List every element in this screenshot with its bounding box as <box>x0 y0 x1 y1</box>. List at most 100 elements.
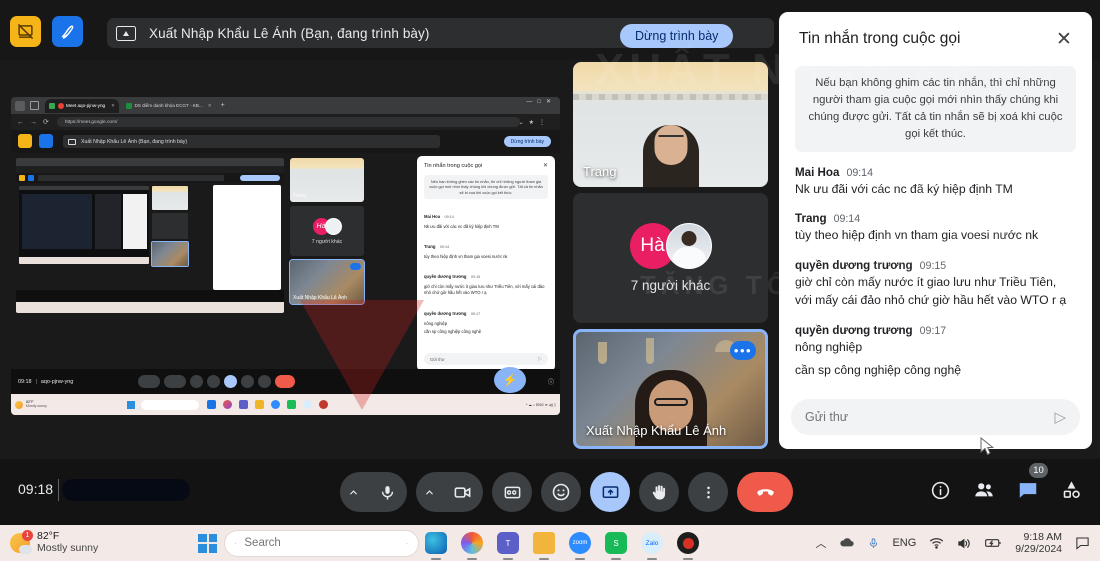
raise-hand-button[interactable] <box>639 472 679 512</box>
nested-omnibox-actions[interactable]: ⌄★⋮ <box>519 119 550 126</box>
tile-more-options-button[interactable]: ••• <box>730 341 756 360</box>
chat-input-wrapper[interactable]: ▷ <box>791 399 1080 435</box>
taskbar-app-edge[interactable] <box>425 532 447 554</box>
health-heart-icon <box>406 537 408 550</box>
microphone-tray-icon[interactable] <box>868 536 879 550</box>
send-icon[interactable]: ▷ <box>1054 408 1066 426</box>
windows-taskbar: 1 82°F Mostly sunny T zoom S <box>0 525 1100 561</box>
weather-icon: 1 <box>10 533 30 553</box>
level3-browser <box>16 158 284 313</box>
people-icon <box>973 479 995 501</box>
nested-chat-close-icon[interactable]: ✕ <box>543 162 548 169</box>
camera-icon <box>453 483 472 502</box>
nested-tile-others[interactable]: Hà 7 người khác <box>290 206 364 256</box>
clock[interactable]: 9:18 AM 9/29/2024 <box>1015 531 1062 555</box>
wifi-icon[interactable] <box>929 537 944 549</box>
chat-notice: Nếu bạn không ghim các tin nhắn, thì chỉ… <box>795 66 1076 152</box>
weather-widget[interactable]: 1 82°F Mostly sunny <box>10 531 98 555</box>
message-text: giờ chỉ còn mấy nước ít giao lưu như Tri… <box>795 274 1076 309</box>
nested-reload-icon[interactable]: ⟳ <box>43 118 49 126</box>
nested-windows-taskbar: 82°F Mostly sunny ^ <box>11 394 560 415</box>
nested-tile-trang[interactable]: Trang <box>290 158 364 202</box>
tile-self[interactable]: ••• Xuất Nhập Khẩu Lê Ánh <box>573 329 768 449</box>
nested-topbar: Xuất Nhập Khẩu Lê Ánh (Bạn, đang trình b… <box>11 130 560 153</box>
nested-meeting-code: aqo-pjnw-yng <box>41 379 73 385</box>
present-now-button[interactable] <box>590 472 630 512</box>
annotate-icon[interactable] <box>52 16 83 47</box>
language-indicator[interactable]: ENG <box>892 537 916 549</box>
battery-charging-icon[interactable] <box>985 537 1002 549</box>
chat-button[interactable]: 10 <box>1017 479 1039 501</box>
taskbar-search[interactable] <box>225 531 418 556</box>
taskbar-app-zalo[interactable]: Zalo <box>641 532 663 554</box>
chat-input[interactable] <box>805 410 1054 424</box>
taskbar-app-zoom[interactable]: zoom <box>569 532 591 554</box>
microphone-button[interactable] <box>340 472 407 512</box>
tile-name-trang: Trang <box>583 164 616 179</box>
more-options-button[interactable] <box>688 472 728 512</box>
nested-annotate-icon[interactable] <box>39 134 53 148</box>
stop-sharing-icon[interactable] <box>10 16 41 47</box>
people-button[interactable] <box>973 479 995 501</box>
nested-tabsearch-icon <box>30 101 39 110</box>
nested-back-icon[interactable]: ← <box>17 119 24 126</box>
close-icon[interactable]: ✕ <box>1052 27 1076 51</box>
notifications-icon[interactable] <box>1075 536 1090 550</box>
end-call-button[interactable] <box>737 472 793 512</box>
taskbar-app-file-explorer[interactable] <box>533 532 555 554</box>
nested-chat-panel[interactable]: Tin nhắn trong cuộc gọi ✕ Nếu bạn không … <box>417 156 555 371</box>
nested-send-icon[interactable]: ▷ <box>538 356 542 362</box>
search-input[interactable] <box>244 537 398 549</box>
notification-badge: 1 <box>22 530 33 541</box>
nested-tab-meet[interactable]: Meet aqo-pjnw-yng ✕ <box>45 99 119 113</box>
message-time: 09:14 <box>846 167 873 179</box>
tile-other-participants[interactable]: Hà 7 người khác <box>573 193 768 323</box>
redacted-meeting-code <box>62 479 190 501</box>
secondary-controls: 10 <box>930 479 1082 501</box>
nested-browser-omnibox-row: ← → ⟳ https://meet.google.com/ ⌄★⋮ <box>11 114 560 130</box>
nested-new-tab-button[interactable]: + <box>221 102 225 109</box>
taskbar-app-s[interactable]: S <box>605 532 627 554</box>
search-icon <box>235 537 236 550</box>
tile-trang[interactable]: Trang <box>573 62 768 187</box>
closed-captions-icon <box>503 483 522 502</box>
taskbar-app-record[interactable] <box>677 532 699 554</box>
nested-tile-self[interactable]: Xuất Nhập Khẩu Lê Ánh <box>290 260 364 304</box>
info-icon <box>930 480 951 501</box>
emoji-button[interactable] <box>541 472 581 512</box>
start-button[interactable] <box>198 534 217 553</box>
onedrive-icon[interactable] <box>839 537 855 549</box>
chat-header: Tin nhắn trong cuộc gọi ✕ <box>779 12 1092 66</box>
taskbar-app-teams[interactable]: T <box>497 532 519 554</box>
nested-url-field[interactable]: https://meet.google.com/ <box>57 117 520 127</box>
tray-expand-icon[interactable]: ︿ <box>815 535 826 551</box>
activities-button[interactable] <box>1061 480 1082 501</box>
chevron-up-icon <box>348 487 359 498</box>
nested-control-buttons[interactable] <box>138 375 295 388</box>
camera-button[interactable] <box>416 472 483 512</box>
meeting-details-button[interactable] <box>930 480 951 501</box>
chat-icon <box>1017 479 1039 501</box>
google-meet-app: Xuất Nhập Khẩu Lê Ánh (Bạn, đang trình b… <box>0 0 1100 525</box>
captions-button[interactable] <box>492 472 532 512</box>
level3-omnibox <box>16 166 284 173</box>
level3-tile-column <box>152 186 188 266</box>
level3-chat-panel <box>213 185 281 290</box>
stop-presenting-button[interactable]: Dừng trình bày <box>620 24 733 48</box>
chat-message-list[interactable]: Nếu bạn không ghim các tin nhắn, thì chỉ… <box>779 66 1092 391</box>
nested-right-controls[interactable]: ⓘ <box>548 377 554 386</box>
nested-stop-sharing-icon[interactable] <box>18 134 32 148</box>
nested-forward-icon[interactable]: → <box>30 119 37 126</box>
message-author: Mai Hoa <box>795 166 839 179</box>
chat-message: Trang 09:14 tùy theo hiệp định vn tham g… <box>795 212 1076 245</box>
level3-shared-screen <box>19 186 149 264</box>
nested-tab-sheets[interactable]: DS điểm danh khóa ECGT - KB... ✕ <box>122 99 216 113</box>
nested-stop-presenting-button[interactable]: Dừng trình bày <box>504 136 551 147</box>
shared-screen-stage[interactable]: Meet aqo-pjnw-yng ✕ DS điểm danh khóa EC… <box>11 97 560 415</box>
level3-stop-sharing-icon <box>19 175 25 181</box>
volume-icon[interactable] <box>957 537 972 550</box>
nested-window-buttons[interactable]: —□✕ <box>526 98 556 105</box>
message-author: quyền dương trương <box>795 324 913 337</box>
taskbar-app-copilot[interactable] <box>461 532 483 554</box>
avatar-group: Hà <box>630 223 712 269</box>
